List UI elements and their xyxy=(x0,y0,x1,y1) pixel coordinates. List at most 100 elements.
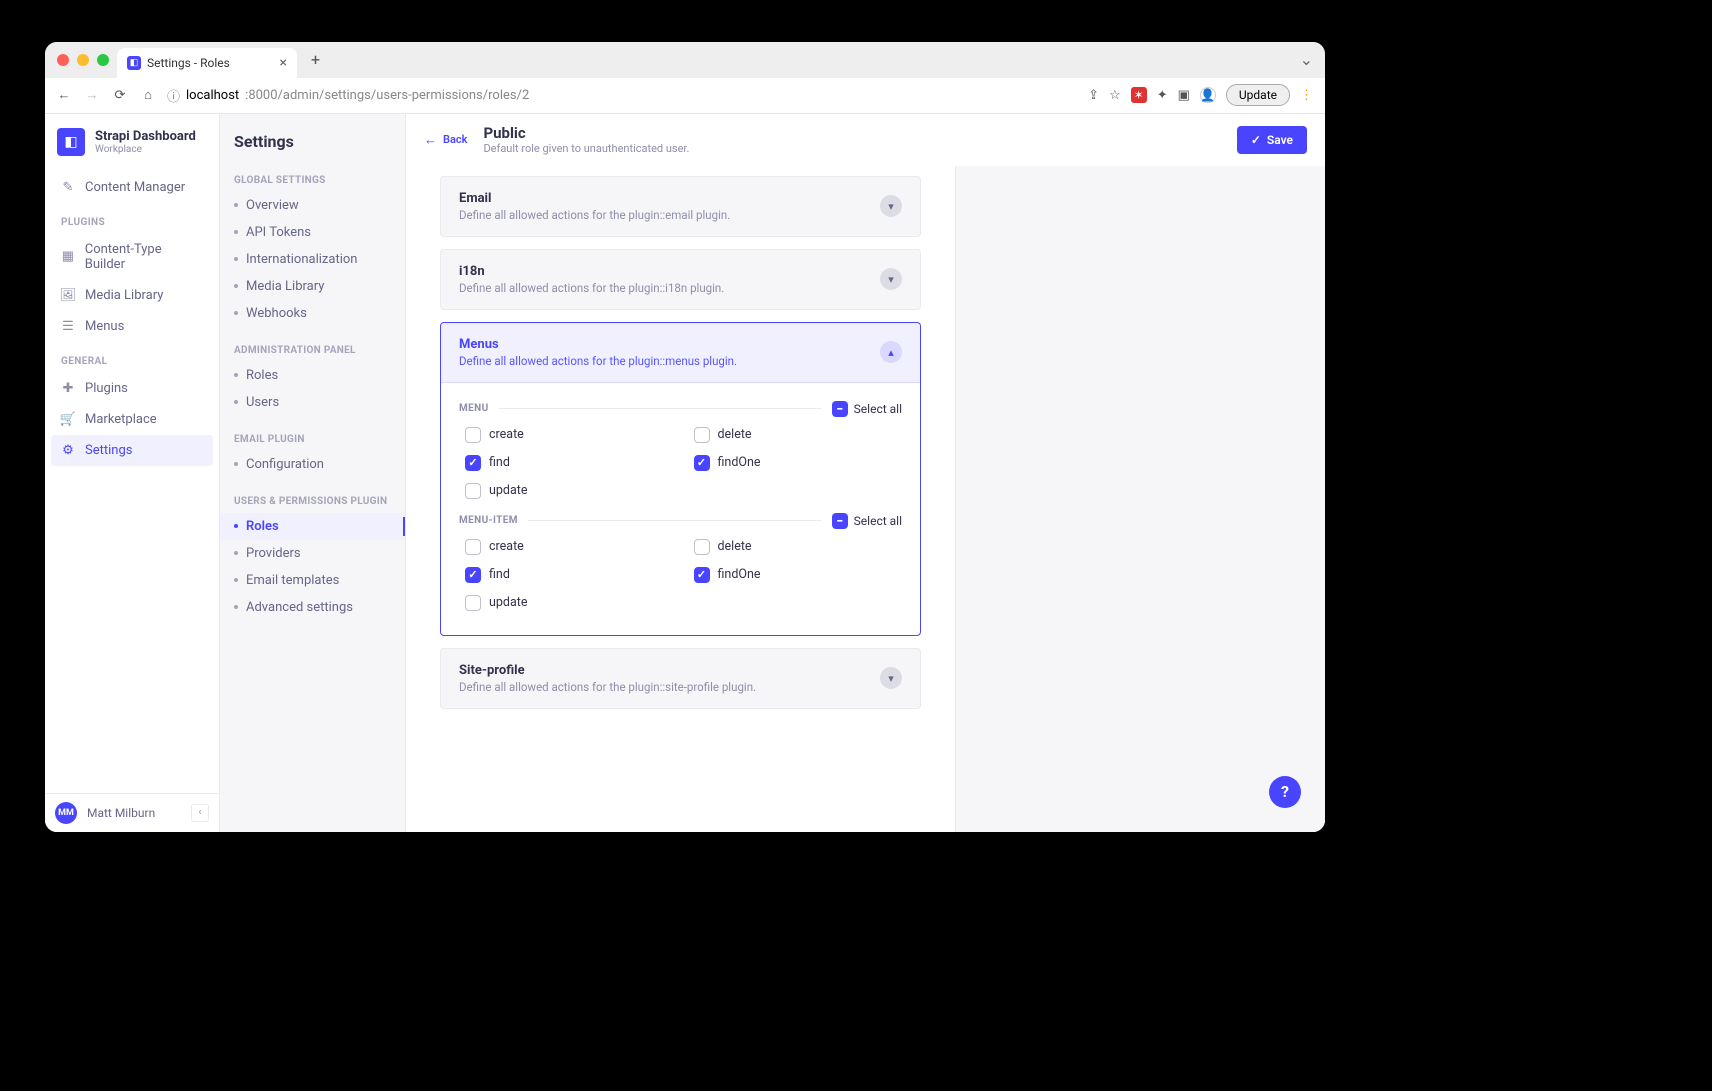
checkbox-icon xyxy=(465,427,481,443)
panel-title: Site-profile xyxy=(459,663,868,678)
nav-content-type-builder[interactable]: ▦ Content-Type Builder xyxy=(51,234,213,280)
subnav-item-api-tokens[interactable]: API Tokens xyxy=(220,219,405,246)
subnav-item-email-configuration[interactable]: Configuration xyxy=(220,451,405,478)
panel-title: i18n xyxy=(459,264,868,279)
tabs-chevron-icon[interactable]: ⌄ xyxy=(1300,50,1313,69)
perm-checkbox-update[interactable]: update xyxy=(465,483,674,499)
perm-checkbox-create[interactable]: create xyxy=(465,427,674,443)
site-info-icon[interactable]: ⓘ xyxy=(167,86,180,105)
nav-plugins[interactable]: ✚ Plugins xyxy=(51,373,213,404)
select-all-menu[interactable]: − Select all xyxy=(832,401,902,417)
perm-checkbox-create[interactable]: create xyxy=(465,539,674,555)
chevron-up-icon: ▴ xyxy=(880,341,902,363)
panel-toggle-site-profile[interactable]: Site-profile Define all allowed actions … xyxy=(441,649,920,708)
minimize-window-icon[interactable] xyxy=(77,54,89,66)
menu-icon: ☰ xyxy=(61,319,75,333)
panel-toggle-menus[interactable]: Menus Define all allowed actions for the… xyxy=(441,323,920,383)
perm-checkbox-find[interactable]: ✓find xyxy=(465,567,674,583)
close-tab-icon[interactable]: × xyxy=(280,55,287,71)
brand-block: ◧ Strapi Dashboard Workplace xyxy=(45,114,219,166)
subnav-item-webhooks[interactable]: Webhooks xyxy=(220,300,405,327)
nav-media-library[interactable]: 🖼 Media Library xyxy=(51,280,213,311)
subnav-item-up-email-templates[interactable]: Email templates xyxy=(220,567,405,594)
perm-checkbox-delete[interactable]: delete xyxy=(694,427,903,443)
address-bar[interactable]: ⓘ localhost:8000/admin/settings/users-pe… xyxy=(167,86,1076,105)
settings-title: Settings xyxy=(220,114,405,157)
panel-toggle-i18n[interactable]: i18n Define all allowed actions for the … xyxy=(441,250,920,309)
back-label: Back xyxy=(443,133,467,146)
user-avatar[interactable]: MM xyxy=(55,802,77,824)
home-icon[interactable]: ⌂ xyxy=(141,87,155,103)
nav-marketplace[interactable]: 🛒 Marketplace xyxy=(51,404,213,435)
bookmark-icon[interactable]: ☆ xyxy=(1109,88,1121,103)
back-button[interactable]: ← Back xyxy=(424,132,467,148)
help-button[interactable]: ? xyxy=(1269,776,1301,808)
perm-checkbox-delete[interactable]: delete xyxy=(694,539,903,555)
perm-grid: create delete ✓find ✓findOne update xyxy=(459,539,902,611)
checkbox-icon xyxy=(694,539,710,555)
profile-avatar-icon[interactable]: 👤 xyxy=(1200,87,1216,103)
subnav-item-up-providers[interactable]: Providers xyxy=(220,540,405,567)
subnav-item-media-library[interactable]: Media Library xyxy=(220,273,405,300)
perm-label: update xyxy=(489,483,527,498)
panel-email: Email Define all allowed actions for the… xyxy=(440,176,921,237)
subnav-item-admin-roles[interactable]: Roles xyxy=(220,362,405,389)
page-subtitle: Default role given to unauthenticated us… xyxy=(483,142,689,155)
content-scroll[interactable]: Email Define all allowed actions for the… xyxy=(406,166,955,832)
subnav-heading: Email Plugin xyxy=(220,416,405,451)
select-all-menu-item[interactable]: − Select all xyxy=(832,513,902,529)
subnav-item-up-roles[interactable]: Roles xyxy=(220,513,405,540)
close-window-icon[interactable] xyxy=(57,54,69,66)
perm-checkbox-findOne[interactable]: ✓findOne xyxy=(694,567,903,583)
subnav-item-admin-users[interactable]: Users xyxy=(220,389,405,416)
page-header: ← Back Public Default role given to unau… xyxy=(406,114,1325,166)
back-icon[interactable]: ← xyxy=(57,87,71,103)
divider xyxy=(528,520,822,521)
forward-icon: → xyxy=(85,87,99,103)
subnav-heading: Users & Permissions Plugin xyxy=(220,478,405,513)
panel-toggle-email[interactable]: Email Define all allowed actions for the… xyxy=(441,177,920,236)
subnav-item-overview[interactable]: Overview xyxy=(220,192,405,219)
subnav-item-internationalization[interactable]: Internationalization xyxy=(220,246,405,273)
extensions-icon[interactable]: ✦ xyxy=(1157,88,1168,103)
right-side-panel xyxy=(955,166,1325,832)
checkbox-indeterminate-icon: − xyxy=(832,513,848,529)
panel-toggle-icon[interactable]: ▣ xyxy=(1178,88,1190,103)
nav-menus[interactable]: ☰ Menus xyxy=(51,311,213,342)
save-label: Save xyxy=(1267,133,1293,147)
perm-checkbox-find[interactable]: ✓find xyxy=(465,455,674,471)
nav-label: Marketplace xyxy=(85,412,157,427)
panel-title: Email xyxy=(459,191,868,206)
main-body: Email Define all allowed actions for the… xyxy=(406,166,1325,832)
cart-icon: 🛒 xyxy=(61,412,75,426)
update-button[interactable]: Update xyxy=(1226,84,1290,106)
nav-settings[interactable]: ⚙ Settings xyxy=(51,435,213,466)
checkbox-icon xyxy=(465,595,481,611)
avatar-initials: MM xyxy=(58,808,74,818)
layout-icon: ▦ xyxy=(61,250,75,264)
traffic-lights[interactable] xyxy=(57,54,109,66)
new-tab-button[interactable]: + xyxy=(305,50,326,69)
save-button[interactable]: ✓ Save xyxy=(1237,126,1307,154)
perm-checkbox-findOne[interactable]: ✓findOne xyxy=(694,455,903,471)
checkbox-icon xyxy=(465,483,481,499)
nav-label: Media Library xyxy=(85,288,163,303)
nav-content-manager[interactable]: ✎ Content Manager xyxy=(51,172,213,203)
subnav-item-up-advanced-settings[interactable]: Advanced settings xyxy=(220,594,405,621)
perm-checkbox-update[interactable]: update xyxy=(465,595,674,611)
perm-grid: create delete ✓find ✓findOne update xyxy=(459,427,902,499)
browser-menu-icon[interactable]: ⋮ xyxy=(1300,88,1313,103)
subnav-label: API Tokens xyxy=(246,225,311,240)
browser-tab[interactable]: ◧ Settings - Roles × xyxy=(117,48,297,78)
panel-description: Define all allowed actions for the plugi… xyxy=(459,680,868,694)
perm-label: create xyxy=(489,427,524,442)
subnav-label: Roles xyxy=(246,368,278,383)
perm-label: find xyxy=(489,567,510,582)
reload-icon[interactable]: ⟳ xyxy=(113,88,127,103)
maximize-window-icon[interactable] xyxy=(97,54,109,66)
checkbox-indeterminate-icon: − xyxy=(832,401,848,417)
subnav-label: Roles xyxy=(246,519,279,534)
extension-icon[interactable]: ✶ xyxy=(1131,87,1147,103)
collapse-nav-button[interactable]: ‹ xyxy=(191,804,209,822)
share-icon[interactable]: ⇪ xyxy=(1088,88,1099,103)
